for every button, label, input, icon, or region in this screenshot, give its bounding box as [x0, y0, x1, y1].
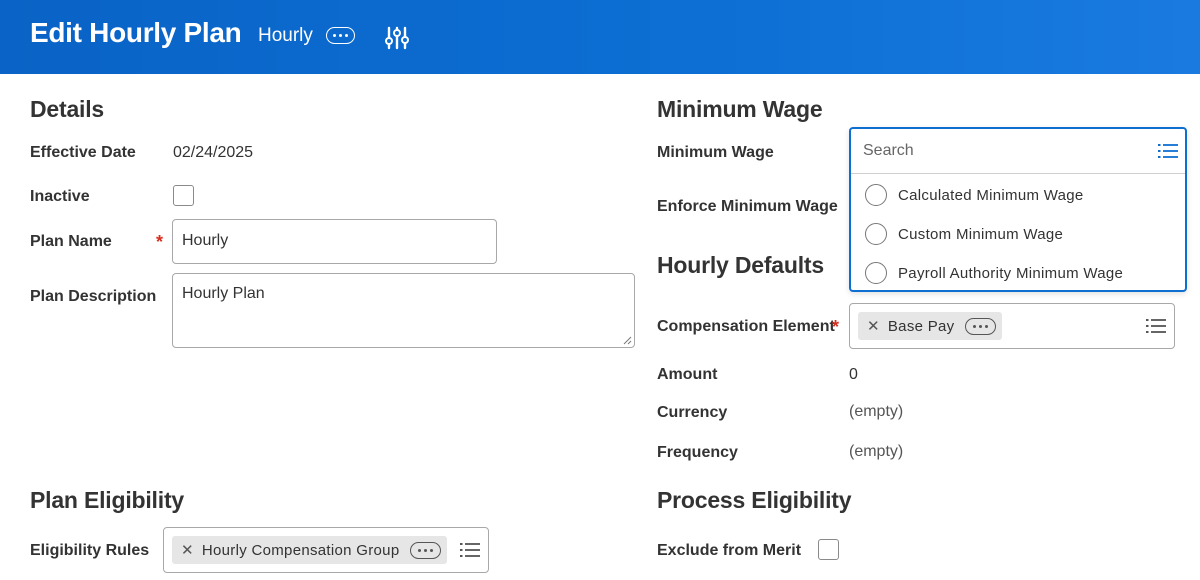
list-icon[interactable]	[1146, 318, 1166, 334]
inactive-checkbox[interactable]	[173, 185, 194, 206]
currency-label: Currency	[657, 404, 728, 421]
amount-label: Amount	[657, 366, 718, 383]
page-header: Edit Hourly Plan Hourly	[0, 0, 1200, 74]
compensation-element-pill[interactable]: ✕ Base Pay	[858, 312, 1003, 340]
exclude-from-merit-label: Exclude from Merit	[657, 542, 802, 559]
option-calculated-minimum-wage[interactable]: Calculated Minimum Wage	[865, 182, 1084, 208]
remove-icon[interactable]: ✕	[181, 541, 194, 559]
frequency-label: Frequency	[657, 444, 738, 461]
minimum-wage-dropdown[interactable]: Calculated Minimum Wage Custom Minimum W…	[849, 127, 1187, 292]
dropdown-search-row	[851, 129, 1185, 174]
eligibility-rules-pill-label: Hourly Compensation Group	[201, 541, 400, 559]
details-section-title: Details	[30, 96, 105, 122]
option-payroll-authority-minimum-wage[interactable]: Payroll Authority Minimum Wage	[865, 260, 1123, 286]
frequency-value: (empty)	[849, 443, 904, 460]
compensation-element-field[interactable]: ✕ Base Pay	[849, 303, 1175, 349]
radio-button[interactable]	[865, 184, 887, 206]
plan-description-text: Hourly Plan	[182, 285, 265, 302]
process-eligibility-section-title: Process Eligibility	[657, 487, 852, 513]
currency-value: (empty)	[849, 403, 904, 420]
more-actions-icon[interactable]	[326, 27, 355, 44]
option-label: Payroll Authority Minimum Wage	[898, 264, 1124, 282]
page-subtitle: Hourly	[258, 25, 313, 46]
compensation-element-label: Compensation Element	[657, 318, 835, 335]
eligibility-rules-pill[interactable]: ✕ Hourly Compensation Group	[172, 536, 448, 564]
plan-name-field[interactable]: Hourly	[172, 219, 497, 264]
radio-button[interactable]	[865, 223, 887, 245]
option-label: Custom Minimum Wage	[898, 225, 1064, 243]
radio-button[interactable]	[865, 262, 887, 284]
plan-description-field[interactable]: Hourly Plan	[172, 273, 635, 348]
minimum-wage-label: Minimum Wage	[657, 144, 774, 161]
minimum-wage-search-input[interactable]	[863, 140, 1143, 162]
exclude-from-merit-checkbox[interactable]	[818, 539, 839, 560]
page-title: Edit Hourly Plan	[30, 17, 242, 48]
enforce-minimum-wage-label: Enforce Minimum Wage	[657, 198, 838, 215]
plan-name-required-marker: *	[156, 232, 164, 252]
option-custom-minimum-wage[interactable]: Custom Minimum Wage	[865, 221, 1063, 247]
resize-grip-icon[interactable]	[623, 336, 632, 345]
eligibility-rules-field[interactable]: ✕ Hourly Compensation Group	[163, 527, 489, 573]
compensation-element-required-marker: *	[832, 317, 840, 337]
plan-description-label: Plan Description	[30, 288, 157, 305]
effective-date-label: Effective Date	[30, 144, 136, 161]
amount-value: 0	[849, 366, 858, 383]
plan-eligibility-section-title: Plan Eligibility	[30, 487, 184, 513]
list-icon[interactable]	[460, 542, 480, 558]
plan-name-label: Plan Name	[30, 233, 112, 250]
compensation-element-pill-label: Base Pay	[887, 317, 955, 335]
more-horizontal-icon[interactable]	[410, 541, 442, 559]
eligibility-rules-label: Eligibility Rules	[30, 542, 150, 559]
option-label: Calculated Minimum Wage	[898, 186, 1084, 204]
list-icon[interactable]	[1158, 143, 1178, 159]
effective-date-value: 02/24/2025	[173, 144, 254, 161]
inactive-label: Inactive	[30, 188, 90, 205]
minimum-wage-section-title: Minimum Wage	[657, 96, 823, 122]
more-horizontal-icon[interactable]	[965, 317, 997, 335]
hourly-defaults-section-title: Hourly Defaults	[657, 252, 824, 278]
sliders-icon[interactable]	[385, 25, 409, 51]
remove-icon[interactable]: ✕	[867, 317, 880, 335]
